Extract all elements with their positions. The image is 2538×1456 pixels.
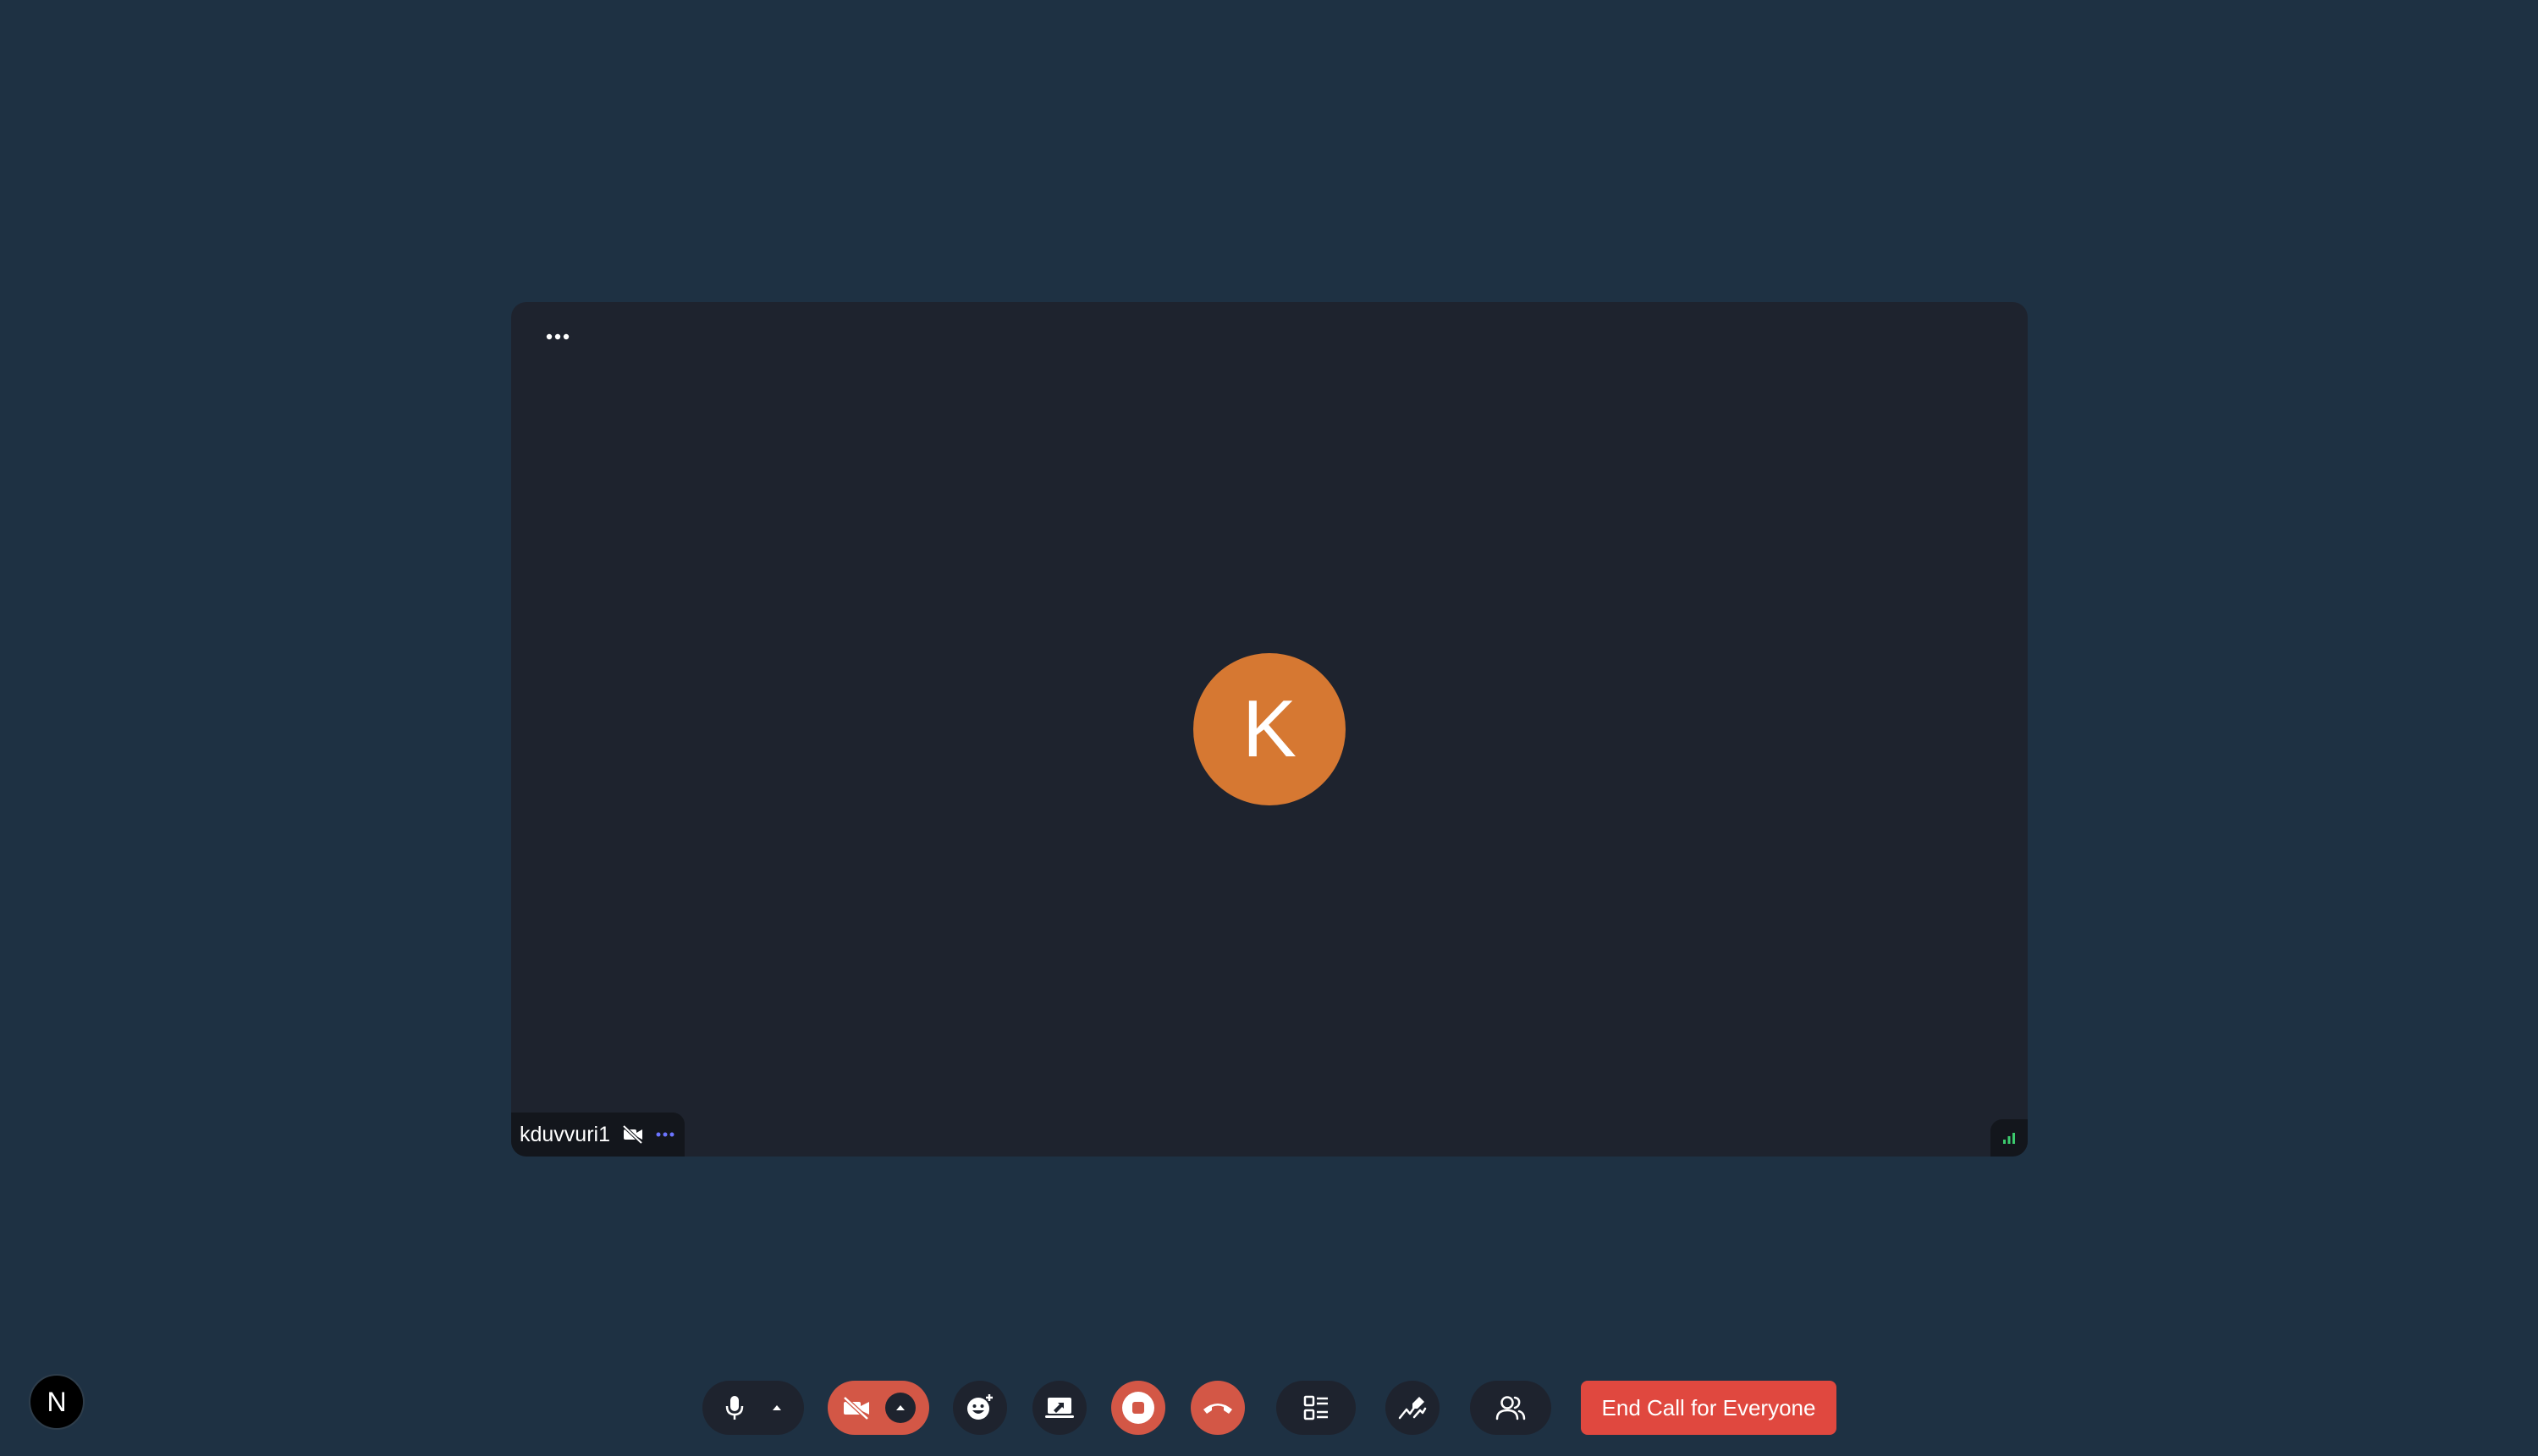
screen-share-button[interactable]: [1032, 1381, 1087, 1435]
end-call-for-everyone-button[interactable]: End Call for Everyone: [1581, 1381, 1836, 1435]
mic-toggle-button[interactable]: [724, 1394, 745, 1421]
participants-button[interactable]: [1470, 1381, 1551, 1435]
camera-control-group: [828, 1381, 929, 1435]
camera-toggle-button[interactable]: [842, 1396, 871, 1420]
participant-name: kduvvuri1: [520, 1122, 610, 1146]
signal-strength-icon: [2003, 1133, 2015, 1144]
app-logo[interactable]: N: [29, 1374, 85, 1430]
video-off-icon: [622, 1125, 643, 1144]
mic-options-button[interactable]: [771, 1404, 783, 1412]
layout-list-icon: [1303, 1395, 1328, 1420]
video-off-icon: [842, 1396, 869, 1420]
caret-up-icon: [772, 1405, 781, 1410]
emoji-add-icon: [967, 1394, 993, 1420]
tile-menu-button[interactable]: [540, 321, 575, 353]
screen-share-icon: [1045, 1398, 1074, 1418]
connection-signal[interactable]: [1990, 1119, 2028, 1157]
leave-call-button[interactable]: [1191, 1381, 1245, 1435]
stop-record-icon: [1122, 1392, 1154, 1424]
more-horizontal-icon: [656, 1132, 674, 1137]
phone-hangup-icon: [1203, 1404, 1232, 1414]
more-horizontal-icon: [546, 333, 570, 340]
record-button[interactable]: [1111, 1381, 1165, 1435]
reactions-button[interactable]: [953, 1381, 1007, 1435]
camera-options-button[interactable]: [884, 1393, 916, 1423]
participants-icon: [1495, 1396, 1526, 1420]
end-call-for-everyone-label: End Call for Everyone: [1601, 1394, 1816, 1420]
whiteboard-button[interactable]: [1385, 1381, 1440, 1435]
participant-name-tag: kduvvuri1: [511, 1113, 685, 1157]
logo-letter: N: [47, 1386, 67, 1417]
mic-control-group: [702, 1381, 804, 1435]
layout-button[interactable]: [1276, 1381, 1356, 1435]
participant-tile: K kduvvuri1: [511, 302, 2028, 1157]
whiteboard-icon: [1398, 1397, 1427, 1420]
meeting-page: K kduvvuri1 N End Call for Everyone: [0, 0, 2538, 1456]
record-stop-square: [1132, 1402, 1144, 1414]
avatar-initial: K: [1241, 684, 1297, 774]
caret-up-icon: [895, 1405, 905, 1410]
participant-options-button[interactable]: [656, 1132, 674, 1137]
microphone-icon: [725, 1396, 743, 1420]
avatar: K: [1193, 653, 1346, 805]
